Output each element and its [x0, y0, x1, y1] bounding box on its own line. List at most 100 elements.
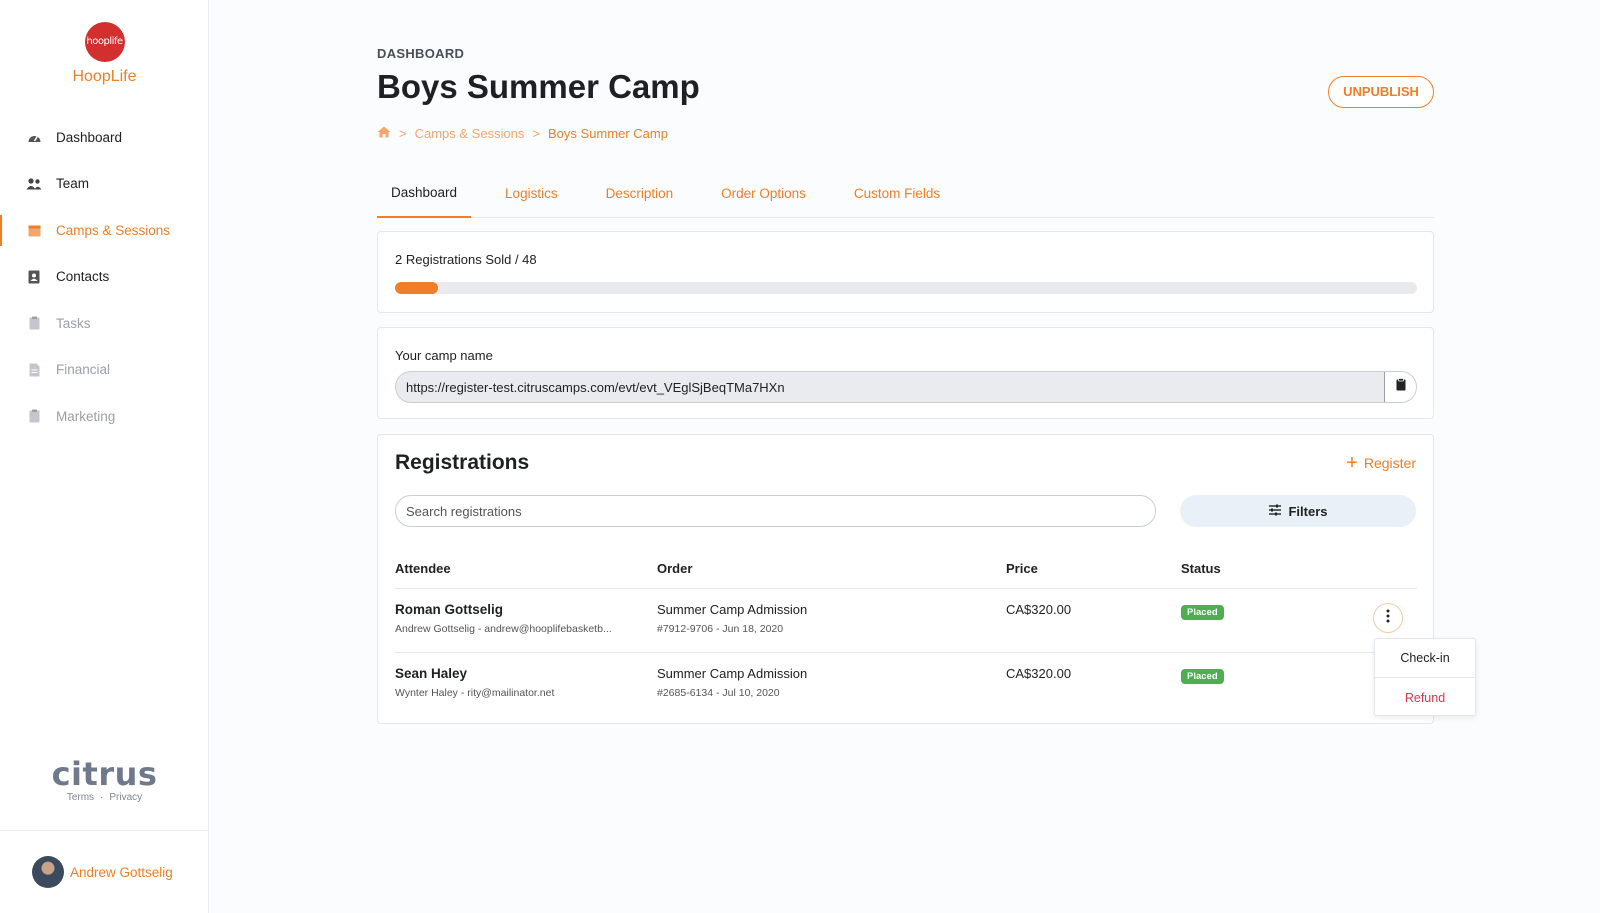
attendee-name[interactable]: Roman Gottselig	[395, 602, 657, 617]
filters-label: Filters	[1288, 503, 1328, 519]
sidebar-item-tasks[interactable]: Tasks	[0, 300, 209, 347]
plus-icon: +	[1346, 452, 1358, 474]
column-header-attendee[interactable]: Attendee	[395, 561, 657, 576]
attendee-cell: Roman Gottselig Andrew Gottselig - andre…	[395, 602, 657, 635]
breadcrumb-camps-sessions[interactable]: Camps & Sessions	[415, 126, 525, 141]
filters-button[interactable]: Filters	[1180, 495, 1416, 527]
camp-url-input[interactable]	[396, 372, 1384, 402]
order-name: Summer Camp Admission	[657, 602, 808, 617]
footer-separator: ·	[100, 792, 104, 803]
breadcrumb-current: Boys Summer Camp	[548, 126, 668, 141]
table-row[interactable]: Sean Haley Wynter Haley - rity@mailinato…	[395, 653, 1417, 717]
refund-menu-item[interactable]: Refund	[1375, 678, 1475, 717]
sidebar: hooplife HoopLife Dashboard Team Camps &…	[0, 0, 209, 913]
order-meta: #7912-9706 - Jun 18, 2020	[657, 623, 784, 635]
order-name: Summer Camp Admission	[657, 666, 808, 681]
price-cell: CA$320.00	[1006, 666, 1181, 681]
gauge-icon	[26, 129, 42, 145]
sidebar-item-label: Camps & Sessions	[56, 222, 171, 238]
privacy-link[interactable]: Privacy	[109, 792, 142, 803]
sidebar-item-dashboard[interactable]: Dashboard	[0, 114, 209, 161]
table-row[interactable]: Roman Gottselig Andrew Gottselig - andre…	[395, 589, 1417, 653]
register-label: Register	[1363, 455, 1416, 471]
clipboard-icon	[26, 408, 42, 424]
home-icon[interactable]	[377, 126, 391, 141]
tab-description[interactable]: Description	[592, 168, 688, 218]
breadcrumb: > Camps & Sessions > Boys Summer Camp	[377, 126, 668, 141]
attendee-contact: Andrew Gottselig - andrew@hooplifebasket…	[395, 623, 612, 635]
clipboard-icon	[26, 315, 42, 331]
sidebar-item-team[interactable]: Team	[0, 161, 209, 208]
tab-logistics[interactable]: Logistics	[491, 168, 572, 218]
sidebar-item-contacts[interactable]: Contacts	[0, 254, 209, 301]
price-value: CA$320.00	[1006, 602, 1072, 617]
avatar[interactable]	[32, 856, 64, 888]
more-vertical-icon	[1386, 609, 1390, 628]
tab-dashboard[interactable]: Dashboard	[377, 168, 472, 218]
status-cell: Placed	[1181, 602, 1371, 620]
checkin-menu-item[interactable]: Check-in	[1375, 639, 1475, 678]
column-header-status[interactable]: Status	[1181, 561, 1371, 576]
tab-order-options[interactable]: Order Options	[707, 168, 820, 218]
registrations-progress-bar	[395, 282, 1417, 294]
user-name[interactable]: Andrew Gottselig	[70, 865, 173, 880]
attendee-cell: Sean Haley Wynter Haley - rity@mailinato…	[395, 666, 657, 699]
sidebar-item-marketing[interactable]: Marketing	[0, 393, 209, 440]
price-cell: CA$320.00	[1006, 602, 1181, 617]
page-title: Boys Summer Camp	[377, 68, 700, 105]
terms-link[interactable]: Terms	[67, 792, 94, 803]
register-button[interactable]: + Register	[1346, 452, 1416, 474]
footer-brand: citrus Terms · Privacy	[0, 758, 209, 803]
order-cell: Summer Camp Admission #7912-9706 - Jun 1…	[657, 602, 1006, 635]
status-cell: Placed	[1181, 666, 1371, 684]
status-badge: Placed	[1181, 669, 1224, 684]
document-icon	[26, 362, 42, 378]
attendee-contact: Wynter Haley - rity@mailinator.net	[395, 687, 555, 699]
sidebar-item-label: Financial	[56, 362, 111, 378]
camp-link-field	[395, 371, 1417, 403]
address-book-icon	[26, 269, 42, 285]
sidebar-item-label: Contacts	[56, 269, 110, 285]
sidebar-item-label: Team	[56, 176, 90, 192]
footer-links: Terms · Privacy	[0, 792, 209, 803]
sidebar-item-camps-sessions[interactable]: Camps & Sessions	[0, 207, 209, 254]
brand-logo[interactable]: hooplife	[84, 22, 125, 62]
order-meta: #2685-6134 - Jul 10, 2020	[657, 687, 780, 699]
brand-name[interactable]: HoopLife	[0, 68, 209, 86]
column-header-price[interactable]: Price	[1006, 561, 1181, 576]
users-icon	[26, 176, 42, 192]
registrations-progress-fill	[395, 282, 438, 294]
price-value: CA$320.00	[1006, 666, 1072, 681]
sidebar-item-financial[interactable]: Financial	[0, 347, 209, 394]
table-header: Attendee Order Price Status	[395, 549, 1417, 589]
page-eyebrow: DASHBOARD	[377, 46, 465, 61]
attendee-name[interactable]: Sean Haley	[395, 666, 657, 681]
camp-link-card: Your camp name	[377, 327, 1434, 419]
registrations-sold-text: 2 Registrations Sold / 48	[395, 252, 537, 267]
camp-link-label: Your camp name	[395, 348, 493, 363]
citrus-logo: citrus	[51, 755, 158, 793]
unpublish-button[interactable]: UNPUBLISH	[1328, 76, 1434, 108]
sidebar-item-label: Tasks	[56, 315, 91, 331]
search-registrations-input[interactable]	[395, 495, 1156, 527]
row-actions-menu: Check-in Refund	[1374, 638, 1476, 716]
column-header-order[interactable]: Order	[657, 561, 1006, 576]
breadcrumb-separator: >	[532, 126, 541, 141]
order-cell: Summer Camp Admission #2685-6134 - Jul 1…	[657, 666, 1006, 699]
registrations-card: Registrations + Register Filters Attende…	[377, 434, 1434, 724]
status-badge: Placed	[1181, 605, 1224, 620]
tab-bar: Dashboard Logistics Description Order Op…	[377, 168, 1434, 218]
row-actions-button[interactable]	[1373, 603, 1403, 633]
breadcrumb-separator: >	[399, 126, 407, 141]
brand[interactable]: hooplife HoopLife	[0, 22, 209, 86]
clipboard-icon	[1396, 378, 1406, 396]
registrations-title: Registrations	[395, 451, 530, 474]
sidebar-nav: Dashboard Team Camps & Sessions Contacts…	[0, 114, 209, 440]
calendar-icon	[26, 222, 42, 238]
user-profile[interactable]: Andrew Gottselig	[0, 830, 209, 913]
copy-link-button[interactable]	[1384, 372, 1416, 402]
sidebar-item-label: Marketing	[56, 408, 116, 424]
sliders-icon	[1268, 504, 1288, 519]
tab-custom-fields[interactable]: Custom Fields	[840, 168, 954, 218]
sidebar-item-label: Dashboard	[56, 129, 123, 145]
